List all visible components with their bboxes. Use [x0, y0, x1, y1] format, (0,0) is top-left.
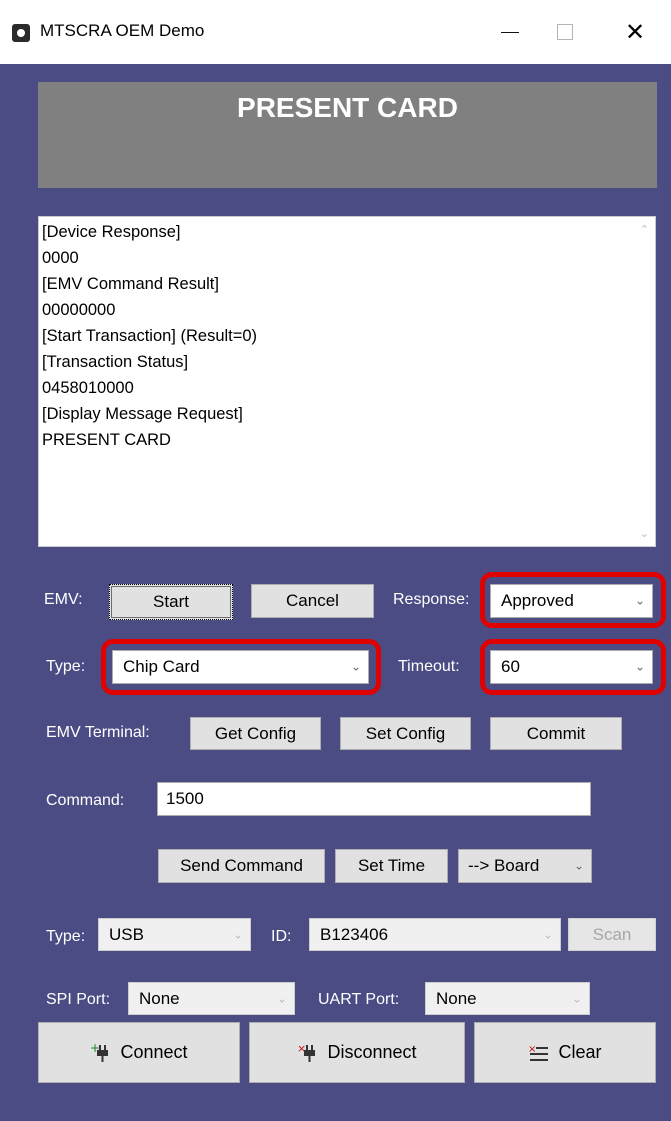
spi-port-select[interactable]: None ⌄	[128, 982, 295, 1015]
app-icon	[12, 24, 30, 42]
set-config-label: Set Config	[365, 723, 446, 743]
maximize-button[interactable]	[535, 10, 595, 54]
clear-label: Clear	[558, 1042, 602, 1062]
close-icon: ✕	[624, 18, 646, 46]
plug-disconnect-icon: ×	[297, 1043, 319, 1063]
window-title: MTSCRA OEM Demo	[40, 21, 205, 40]
minimize-button[interactable]	[480, 10, 540, 54]
close-button[interactable]: ✕	[605, 10, 665, 54]
status-banner: PRESENT CARD	[38, 82, 657, 188]
device-id-select[interactable]: B123406 ⌄	[309, 918, 561, 951]
target-value: --> Board	[468, 856, 540, 875]
send-command-button[interactable]: Send Command	[158, 849, 325, 883]
send-command-label: Send Command	[180, 856, 303, 875]
scroll-down-icon[interactable]: ⌄	[640, 527, 649, 540]
timeout-label: Timeout:	[398, 658, 460, 675]
clear-list-icon: ×	[528, 1043, 550, 1063]
get-config-label: Get Config	[214, 723, 297, 743]
log-line: [Display Message Request]	[42, 405, 243, 423]
minimize-icon	[501, 31, 519, 33]
cancel-button[interactable]: Cancel	[251, 584, 374, 618]
commit-button[interactable]: Commit	[490, 717, 622, 750]
disconnect-label: Disconnect	[327, 1042, 417, 1062]
maximize-icon	[557, 24, 573, 40]
set-time-label: Set Time	[357, 856, 426, 875]
uart-port-value: None	[436, 988, 477, 1008]
spi-port-label: SPI Port:	[46, 991, 111, 1008]
start-label: Start	[153, 592, 189, 611]
connect-label: Connect	[120, 1042, 188, 1062]
log-line: [EMV Command Result]	[42, 275, 219, 293]
app-window: MTSCRA OEM Demo ✕ PRESENT CARD [Device R…	[0, 0, 671, 1121]
set-time-button[interactable]: Set Time	[335, 849, 448, 883]
log-line: PRESENT CARD	[42, 431, 171, 449]
chevron-down-icon: ⌄	[573, 858, 584, 873]
clear-button[interactable]: × Clear	[474, 1022, 656, 1083]
log-line: 0000	[42, 249, 79, 267]
plug-connect-icon: +	[90, 1043, 112, 1063]
log-line: 0458010000	[42, 379, 134, 397]
response-highlight	[480, 572, 666, 628]
uart-port-select[interactable]: None ⌄	[425, 982, 590, 1015]
command-label: Command:	[46, 792, 125, 809]
chevron-down-icon: ⌄	[542, 926, 553, 941]
emv-terminal-label: EMV Terminal:	[46, 724, 150, 741]
connection-type-label: Type:	[46, 928, 86, 945]
connection-type-value: USB	[109, 924, 144, 944]
target-dropdown[interactable]: --> Board ⌄	[458, 849, 592, 883]
disconnect-button[interactable]: × Disconnect	[249, 1022, 465, 1083]
banner-text: PRESENT CARD	[237, 92, 458, 123]
log-line: 00000000	[42, 301, 116, 319]
cancel-label: Cancel	[286, 591, 339, 610]
scroll-up-icon[interactable]: ⌃	[640, 223, 649, 236]
start-button[interactable]: Start	[109, 584, 233, 620]
get-config-button[interactable]: Get Config	[190, 717, 321, 750]
type-label: Type:	[46, 658, 86, 675]
set-config-button[interactable]: Set Config	[340, 717, 471, 750]
chevron-down-icon: ⌄	[232, 926, 243, 941]
device-id-value: B123406	[320, 924, 389, 944]
scan-label: Scan	[592, 924, 632, 944]
log-line: [Transaction Status]	[42, 353, 189, 371]
timeout-highlight	[480, 639, 666, 695]
log-output[interactable]: [Device Response] 0000 [EMV Command Resu…	[38, 216, 656, 547]
commit-label: Commit	[526, 723, 586, 743]
connect-button[interactable]: + Connect	[38, 1022, 240, 1083]
chevron-down-icon: ⌄	[276, 990, 287, 1005]
card-type-highlight	[101, 639, 381, 695]
command-value: 1500	[166, 789, 204, 808]
scan-button[interactable]: Scan	[568, 918, 656, 951]
response-label: Response:	[393, 591, 470, 608]
log-line: [Start Transaction] (Result=0)	[42, 327, 258, 345]
spi-port-value: None	[139, 988, 180, 1008]
command-input[interactable]: 1500	[157, 782, 591, 816]
uart-port-label: UART Port:	[318, 991, 400, 1008]
title-bar: MTSCRA OEM Demo ✕	[0, 0, 671, 64]
connection-type-select[interactable]: USB ⌄	[98, 918, 251, 951]
log-line: [Device Response]	[42, 223, 181, 241]
device-id-label: ID:	[271, 928, 292, 945]
chevron-down-icon: ⌄	[571, 990, 582, 1005]
emv-label: EMV:	[44, 591, 83, 608]
